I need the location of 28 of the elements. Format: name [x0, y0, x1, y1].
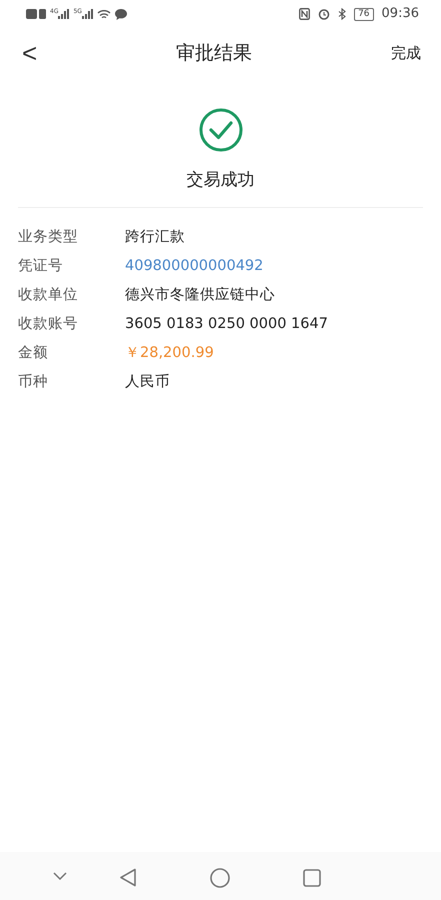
chat-icon	[114, 8, 127, 20]
detail-label: 金额	[18, 344, 49, 364]
result-title: 交易成功	[186, 169, 254, 192]
home-icon[interactable]	[210, 868, 230, 888]
bluetooth-icon	[338, 8, 346, 20]
detail-label: 业务类型	[18, 228, 79, 248]
detail-value: 3605 0183 0250 0000 1647	[125, 315, 328, 334]
done-button[interactable]: 完成	[391, 42, 421, 64]
amount-value: ￥28,200.99	[125, 344, 214, 364]
page-title: 审批结果	[176, 40, 252, 66]
detail-value: 德兴市冬隆供应链中心	[125, 286, 275, 306]
recents-icon[interactable]	[303, 869, 321, 887]
detail-label: 凭证号	[18, 257, 64, 276]
chevron-down-icon[interactable]	[53, 872, 67, 880]
detail-label: 收款账号	[18, 315, 79, 334]
detail-value: 跨行汇款	[125, 228, 185, 248]
nfc-icon	[299, 8, 310, 20]
wifi-icon	[96, 8, 111, 20]
back-button[interactable]: <	[22, 40, 38, 66]
battery-level: 76	[354, 8, 374, 20]
detail-value: 人民币	[125, 372, 170, 392]
back-nav-icon[interactable]	[119, 868, 137, 887]
alarm-icon	[318, 8, 330, 20]
detail-label: 收款单位	[18, 286, 79, 306]
signal-icon	[82, 9, 93, 19]
detail-label: 币种	[18, 372, 49, 392]
signal-icon	[58, 9, 70, 19]
status-time: 09:36	[382, 5, 419, 24]
